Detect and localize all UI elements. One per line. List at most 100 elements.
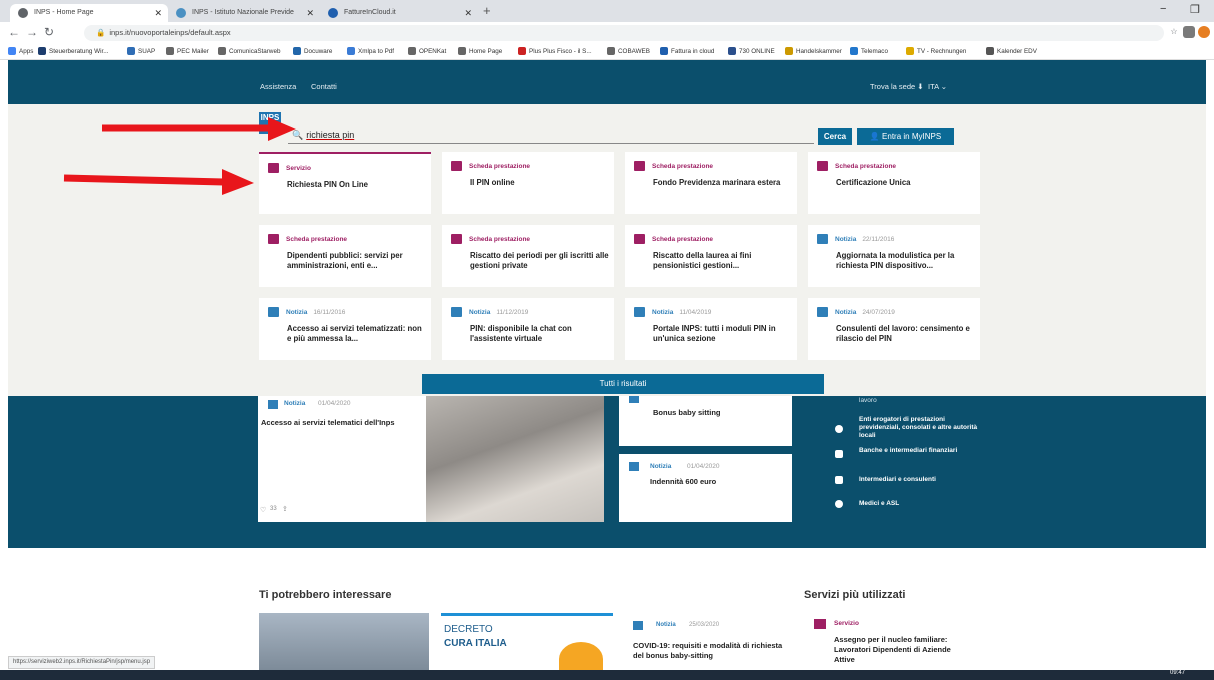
card-type: Notizia: [656, 622, 676, 628]
assistenza-link[interactable]: Assistenza: [260, 82, 296, 91]
close-icon[interactable]: ✕: [464, 4, 472, 22]
bookmark-docuware[interactable]: Docuware: [293, 46, 332, 58]
side-link-intermediari[interactable]: Intermediari e consulenti: [859, 476, 936, 484]
bookmark-suap[interactable]: SUAP: [127, 46, 155, 58]
bookmark-kalender-edv[interactable]: Kalender EDV: [986, 46, 1037, 58]
side-link-medici[interactable]: Medici e ASL: [859, 500, 899, 508]
close-icon[interactable]: ✕: [154, 4, 162, 22]
people-icon: [835, 425, 843, 433]
bookmark-pec-mailer[interactable]: PEC Mailer: [166, 46, 209, 58]
result-card[interactable]: Scheda prestazione Il PIN online: [442, 152, 614, 214]
bookmark-tv-rechnungen[interactable]: TV - Rechnungen: [906, 46, 966, 58]
language-selector[interactable]: ITA ⌄: [928, 82, 947, 91]
globe-icon: [166, 47, 174, 56]
news-card-bonus[interactable]: Bonus baby sitting: [619, 396, 792, 446]
news-card-indennita[interactable]: Notizia 01/04/2020 Indennità 600 euro: [619, 454, 792, 522]
result-card[interactable]: Servizio Richiesta PIN On Line: [259, 152, 431, 214]
bookmark-label: ComunicaStarweb: [229, 48, 281, 55]
share-icon[interactable]: ⇪: [282, 505, 288, 513]
result-card[interactable]: Scheda prestazione Riscatto della laurea …: [625, 225, 797, 287]
new-tab-button[interactable]: +: [483, 3, 491, 18]
close-icon[interactable]: ✕: [306, 4, 314, 22]
news-icon: [633, 621, 643, 630]
decreto-cura-italia-banner[interactable]: DECRETO CURA ITALIA: [441, 613, 613, 676]
bookmark-apps[interactable]: Apps: [8, 46, 33, 58]
forward-icon[interactable]: →: [26, 25, 38, 39]
profile-avatar[interactable]: [1198, 26, 1210, 38]
result-card[interactable]: Notizia 11/12/2019 PIN: disponibile la cha…: [442, 298, 614, 360]
bookmark-steuerberatung[interactable]: Steuerberatung Wir...: [38, 46, 109, 58]
os-taskbar: 09:47: [0, 670, 1214, 680]
result-title: Riscatto dei periodi per gli iscritti al…: [470, 251, 609, 270]
result-type-row: Notizia 22/11/2016: [835, 236, 894, 243]
result-type: Scheda prestazione: [469, 163, 531, 170]
result-title: Accesso ai servizi telematizzati: non e …: [287, 324, 422, 343]
bookmark-telemaco[interactable]: Telemaco: [850, 46, 888, 58]
bookmark-plusplus-fisco[interactable]: Plus Plus Fisco - il S...: [518, 46, 592, 58]
bookmark-label: SUAP: [138, 48, 156, 55]
bookmark-comunicastarweb[interactable]: ComunicaStarweb: [218, 46, 280, 58]
star-icon[interactable]: ☆: [1168, 26, 1180, 38]
news-card-covid[interactable]: Notizia 25/03/2020 COVID-19: requisiti e…: [623, 613, 791, 670]
restore-button[interactable]: ❐: [1190, 3, 1200, 16]
promo-photo[interactable]: [259, 613, 429, 670]
bookmark-fattura-in-cloud[interactable]: Fattura in cloud: [660, 46, 714, 58]
reload-icon[interactable]: ↻: [44, 25, 54, 39]
result-type: Scheda prestazione: [835, 163, 897, 170]
result-card[interactable]: Notizia 16/11/2016 Accesso ai servizi tele…: [259, 298, 431, 360]
tutti-i-risultati-button[interactable]: Tutti i risultati: [422, 374, 824, 394]
side-link-enti[interactable]: Enti erogatori di prestazioni previdenzi…: [859, 416, 979, 440]
result-title: PIN: disponibile la chat con l'assistent…: [470, 324, 572, 343]
bookmark-label: Apps: [19, 48, 34, 55]
contatti-link[interactable]: Contatti: [311, 82, 337, 91]
page-featured-band: [8, 396, 1206, 548]
result-type-row: Notizia 16/11/2016: [286, 309, 345, 316]
bookmark-icon: [850, 47, 858, 56]
result-card[interactable]: Scheda prestazione Riscatto dei periodi p…: [442, 225, 614, 287]
card-title: Indennità 600 euro: [650, 477, 717, 486]
bookmark-label: 730 ONLINE: [739, 48, 775, 55]
inps-header-bar: Assistenza Contatti Trova la sede ⬇ ITA …: [8, 60, 1206, 104]
bookmark-icon: [127, 47, 135, 56]
result-card[interactable]: Notizia 22/11/2016 Aggiornata la modulisti…: [808, 225, 980, 287]
search-input[interactable]: 🔍 richiesta pin: [288, 126, 814, 144]
trova-sede-link[interactable]: Trova la sede ⬇: [870, 82, 924, 91]
bookmark-openkat[interactable]: OPENKat: [408, 46, 446, 58]
news-icon: [268, 400, 278, 409]
featured-news-card[interactable]: Notizia 01/04/2020 Accesso ai servizi te…: [258, 396, 604, 522]
bookmark-cobaweb[interactable]: COBAWEB: [607, 46, 650, 58]
result-title: Il PIN online: [470, 178, 515, 187]
card-title: Assegno per il nucleo familiare: Lavorat…: [834, 635, 951, 664]
bookmark-label: Fattura in cloud: [671, 48, 715, 55]
bookmark-handelskammer[interactable]: Handelskammer: [785, 46, 842, 58]
result-card[interactable]: Notizia 11/04/2019 Portale INPS: tutti i m…: [625, 298, 797, 360]
cerca-button[interactable]: Cerca: [818, 128, 852, 145]
result-card[interactable]: Scheda prestazione Certificazione Unica: [808, 152, 980, 214]
cloud-icon: [328, 8, 338, 18]
lock-icon: 🔒: [96, 28, 106, 37]
minimize-button[interactable]: −: [1160, 3, 1166, 15]
back-icon[interactable]: ←: [8, 25, 20, 39]
like-icon[interactable]: ♡: [260, 506, 266, 514]
tab-fattureincloud[interactable]: FattureInCloud.it ✕: [320, 4, 478, 22]
tab-inps-istituto[interactable]: INPS - Istituto Nazionale Previde ✕: [168, 4, 320, 22]
extension-icon[interactable]: [1183, 26, 1195, 38]
tab-inps-home[interactable]: INPS - Home Page ✕: [10, 4, 168, 22]
address-bar[interactable]: 🔒 inps.it/nuovoportaleinps/default.aspx: [84, 25, 1164, 41]
bookmark-icon: [785, 47, 793, 56]
bookmark-label: OPENKat: [419, 48, 447, 55]
side-link-banche[interactable]: Banche e intermediari finanziari: [859, 447, 959, 455]
result-card[interactable]: Notizia 24/07/2019 Consulenti del lavoro: …: [808, 298, 980, 360]
servizio-card-assegno[interactable]: Servizio Assegno per il nucleo familiare…: [804, 613, 974, 670]
result-card[interactable]: Scheda prestazione Fondo Previdenza marin…: [625, 152, 797, 214]
address-toolbar: ← → ↻ 🔒 inps.it/nuovoportaleinps/default.…: [0, 22, 1214, 44]
user-icon: 👤: [869, 132, 880, 141]
result-card[interactable]: Scheda prestazione Dipendenti pubblici: s…: [259, 225, 431, 287]
bookmark-home-page[interactable]: Home Page: [458, 46, 502, 58]
bookmark-730-online[interactable]: 730 ONLINE: [728, 46, 775, 58]
globe-icon: [218, 47, 226, 56]
entra-myinps-button[interactable]: 👤 Entra in MyINPS: [857, 128, 954, 145]
result-type-row: Scheda prestazione: [835, 163, 902, 170]
side-link-lavoro[interactable]: lavoro: [859, 397, 979, 405]
bookmark-xmlpa[interactable]: Xmlpa to Pdf: [347, 46, 394, 58]
